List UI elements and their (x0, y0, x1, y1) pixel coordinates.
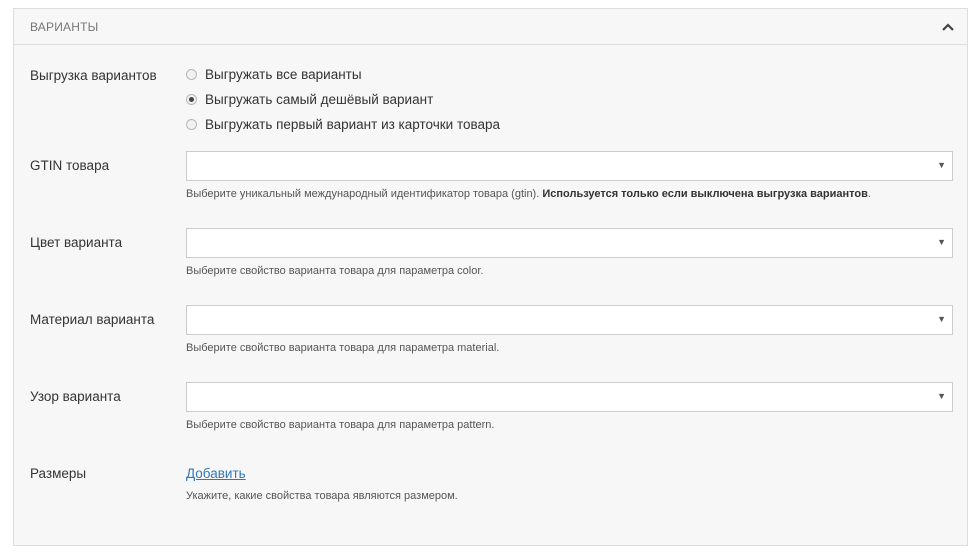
variants-panel: ВАРИАНТЫ Выгрузка вариантов Выгружать вс… (13, 8, 968, 546)
dropdown-arrow-icon: ▼ (937, 237, 946, 247)
material-label: Материал варианта (30, 312, 155, 327)
color-help: Выберите свойство варианта товара для па… (186, 265, 484, 277)
radio-button[interactable] (186, 94, 197, 105)
color-label: Цвет варианта (30, 235, 123, 250)
radio-export-first[interactable]: Выгружать первый вариант из карточки тов… (186, 112, 500, 137)
sizes-help: Укажите, какие свойства товара являются … (186, 490, 458, 502)
variants-export-radio-group: Выгружать все варианты Выгружать самый д… (186, 62, 500, 137)
radio-export-cheapest[interactable]: Выгружать самый дешёвый вариант (186, 87, 500, 112)
chevron-up-icon[interactable] (941, 20, 955, 34)
dropdown-arrow-icon: ▼ (937, 160, 946, 170)
pattern-label: Узор варианта (30, 389, 121, 404)
radio-export-all[interactable]: Выгружать все варианты (186, 62, 500, 87)
variants-export-label: Выгрузка вариантов (30, 68, 157, 83)
gtin-help-text: Выберите уникальный международный иденти… (186, 188, 540, 200)
panel-header[interactable]: ВАРИАНТЫ (14, 9, 967, 45)
gtin-select[interactable]: ▼ (186, 151, 953, 181)
dropdown-arrow-icon: ▼ (937, 314, 946, 324)
sizes-label: Размеры (30, 466, 87, 481)
gtin-label: GTIN товара (30, 158, 110, 173)
radio-label: Выгружать первый вариант из карточки тов… (205, 117, 501, 132)
panel-title: ВАРИАНТЫ (30, 19, 99, 34)
pattern-help: Выберите свойство варианта товара для па… (186, 419, 495, 431)
material-select[interactable]: ▼ (186, 305, 953, 335)
radio-label: Выгружать самый дешёвый вариант (205, 92, 434, 107)
color-select[interactable]: ▼ (186, 228, 953, 258)
dropdown-arrow-icon: ▼ (937, 391, 946, 401)
material-help: Выберите свойство варианта товара для па… (186, 342, 500, 354)
gtin-help-end: . (867, 188, 871, 200)
gtin-help-bold: Используется только если выключена выгру… (542, 188, 868, 200)
radio-button[interactable] (186, 119, 197, 130)
add-size-link[interactable]: Добавить (186, 466, 246, 481)
gtin-help: Выберите уникальный международный иденти… (186, 188, 871, 200)
radio-label: Выгружать все варианты (205, 67, 362, 82)
radio-button[interactable] (186, 69, 197, 80)
pattern-select[interactable]: ▼ (186, 382, 953, 412)
